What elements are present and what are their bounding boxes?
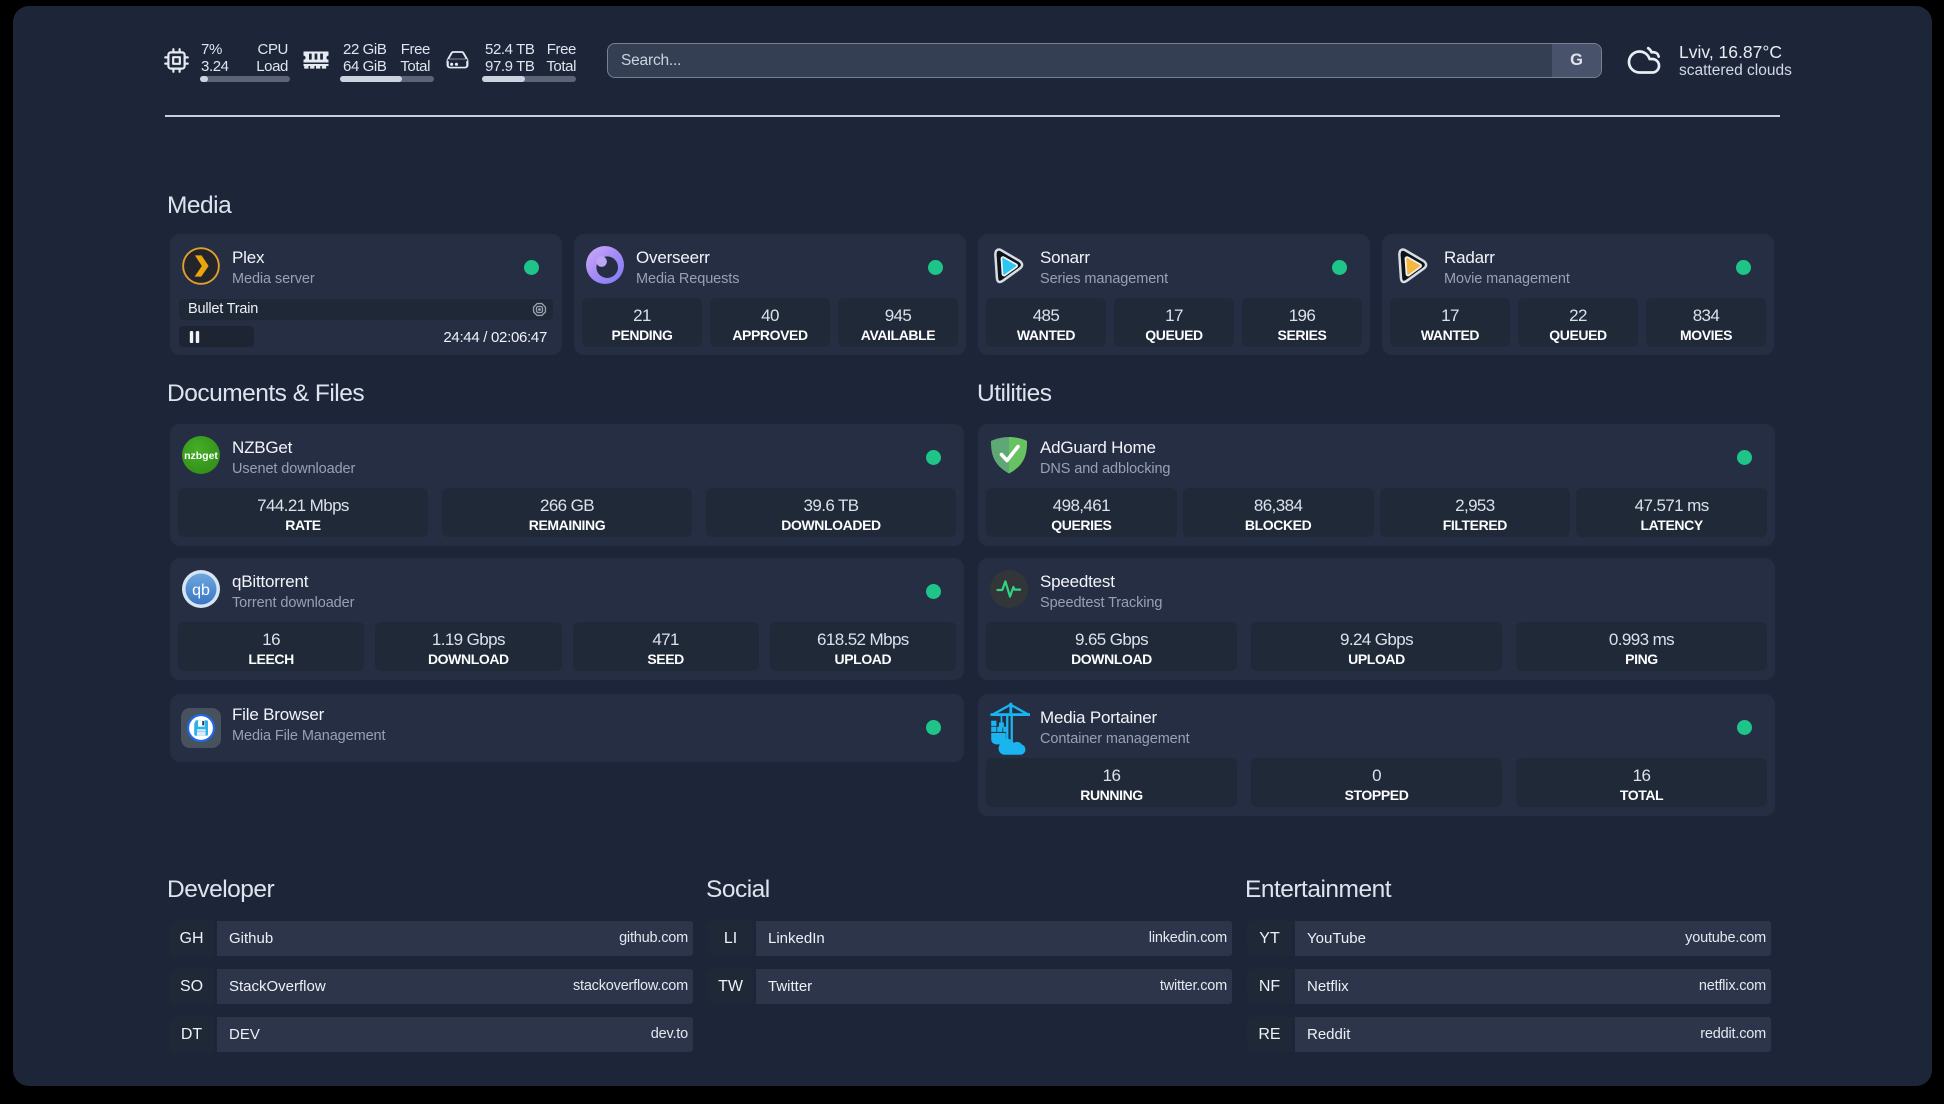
svg-text:qb: qb <box>192 582 210 599</box>
svg-text:nzbget: nzbget <box>184 450 218 462</box>
